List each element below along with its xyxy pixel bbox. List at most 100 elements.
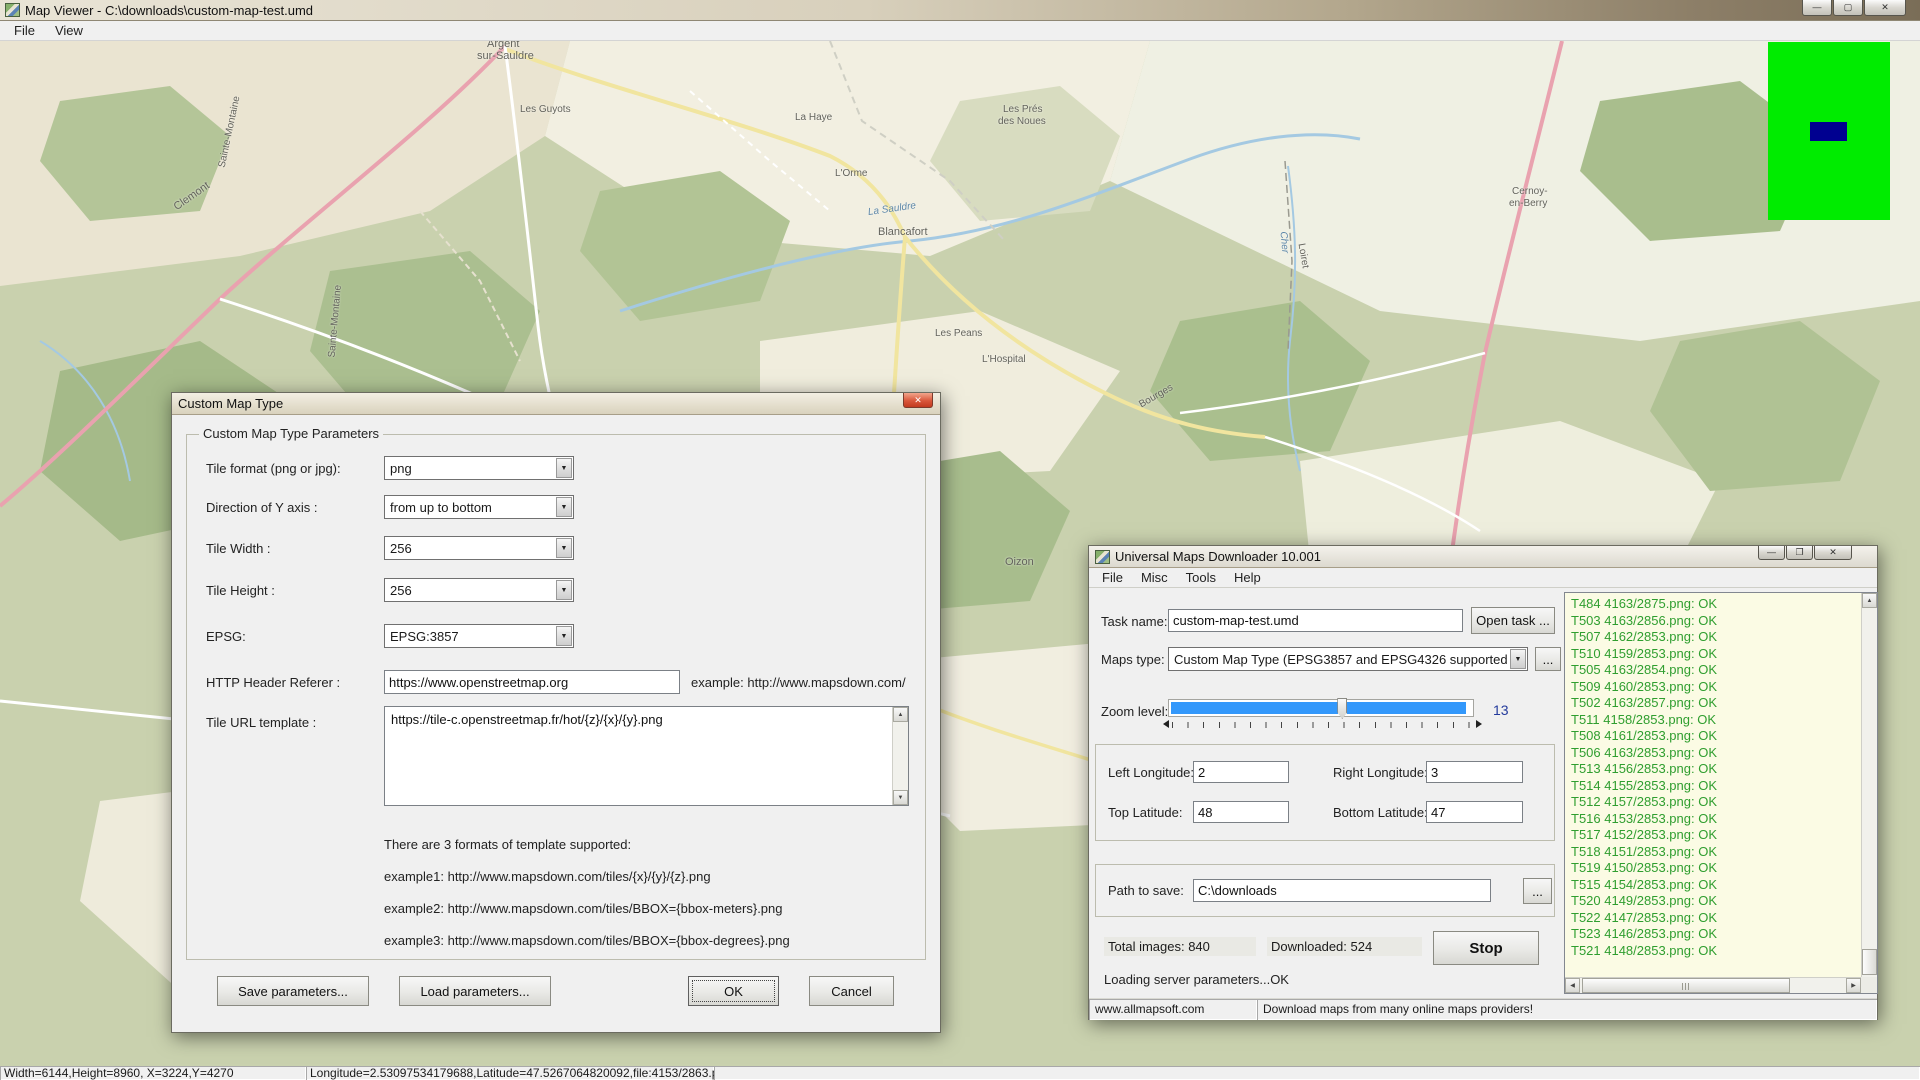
status-coordinates: Longitude=2.53097534179688,Latitude=47.5… xyxy=(306,1066,714,1080)
vertical-scroll-thumb[interactable] xyxy=(1862,949,1877,975)
chevron-down-icon[interactable]: ▼ xyxy=(556,626,572,646)
close-button[interactable]: ✕ xyxy=(1864,0,1906,16)
cancel-button[interactable]: Cancel xyxy=(809,976,894,1006)
bounds-groupbox: Left Longitude: Right Longitude: Top Lat… xyxy=(1095,744,1555,841)
log-entry[interactable]: T506 4163/2853.png: OK xyxy=(1571,745,1860,762)
chevron-down-icon[interactable]: ▼ xyxy=(556,580,572,600)
parameters-group-title: Custom Map Type Parameters xyxy=(199,426,383,441)
referer-label: HTTP Header Referer : xyxy=(206,675,340,690)
umd-window-title: Universal Maps Downloader 10.001 xyxy=(1115,549,1321,564)
stop-button[interactable]: Stop xyxy=(1433,931,1539,965)
log-entry[interactable]: T484 4163/2875.png: OK xyxy=(1571,596,1860,613)
log-entry[interactable]: T514 4155/2853.png: OK xyxy=(1571,778,1860,795)
y-axis-direction-label: Direction of Y axis : xyxy=(206,500,318,515)
textarea-scrollbar[interactable]: ▲ ▼ xyxy=(892,707,908,805)
scroll-down-icon[interactable]: ▼ xyxy=(893,790,908,805)
menu-item-misc[interactable]: Misc xyxy=(1133,569,1176,586)
log-entry[interactable]: T511 4158/2853.png: OK xyxy=(1571,712,1860,729)
save-parameters-button[interactable]: Save parameters... xyxy=(217,976,369,1006)
restore-button[interactable]: ❐ xyxy=(1786,546,1813,560)
downloaded-region-indicator xyxy=(1810,122,1847,141)
log-entry[interactable]: T517 4152/2853.png: OK xyxy=(1571,827,1860,844)
template-formats-heading: There are 3 formats of template supporte… xyxy=(384,837,631,852)
dialog-close-button[interactable]: ✕ xyxy=(903,393,933,408)
scroll-up-icon[interactable]: ▲ xyxy=(1862,593,1877,608)
open-task-button[interactable]: Open task ... xyxy=(1471,607,1555,634)
minimize-button[interactable]: — xyxy=(1802,0,1832,16)
log-entry[interactable]: T502 4163/2857.png: OK xyxy=(1571,695,1860,712)
chevron-down-icon[interactable]: ▼ xyxy=(556,458,572,478)
main-menubar: FileView xyxy=(0,21,1920,41)
maps-type-select[interactable]: Custom Map Type (EPSG3857 and EPSG4326 s… xyxy=(1168,647,1528,671)
template-example-2: example2: http://www.mapsdown.com/tiles/… xyxy=(384,901,783,916)
zoom-slider[interactable] xyxy=(1168,699,1474,717)
download-log-list[interactable]: T484 4163/2875.png: OKT503 4163/2856.png… xyxy=(1564,592,1878,994)
right-longitude-input[interactable] xyxy=(1426,761,1523,783)
log-entry[interactable]: T516 4153/2853.png: OK xyxy=(1571,811,1860,828)
zoom-slider-thumb[interactable] xyxy=(1337,698,1347,719)
referer-input[interactable] xyxy=(384,670,680,694)
bottom-latitude-input[interactable] xyxy=(1426,801,1523,823)
epsg-label: EPSG: xyxy=(206,629,246,644)
tile-width-select[interactable]: 256 ▼ xyxy=(384,536,574,560)
menu-item-file[interactable]: File xyxy=(1094,569,1131,586)
log-entry[interactable]: T523 4146/2853.png: OK xyxy=(1571,926,1860,943)
left-longitude-input[interactable] xyxy=(1193,761,1289,783)
menu-item-tools[interactable]: Tools xyxy=(1178,569,1224,586)
dialog-titlebar[interactable]: Custom Map Type xyxy=(172,393,940,415)
log-entry[interactable]: T520 4149/2853.png: OK xyxy=(1571,893,1860,910)
log-horizontal-scrollbar[interactable]: ◀ ▶ xyxy=(1565,977,1861,993)
log-entry[interactable]: T515 4154/2853.png: OK xyxy=(1571,877,1860,894)
tile-height-select[interactable]: 256 ▼ xyxy=(384,578,574,602)
log-entry[interactable]: T521 4148/2853.png: OK xyxy=(1571,943,1860,960)
log-entry[interactable]: T519 4150/2853.png: OK xyxy=(1571,860,1860,877)
log-entry[interactable]: T522 4147/2853.png: OK xyxy=(1571,910,1860,927)
menu-item-view[interactable]: View xyxy=(47,22,91,39)
close-button[interactable]: ✕ xyxy=(1814,546,1852,560)
referer-example-text: example: http://www.mapsdown.com/ xyxy=(691,675,906,690)
zoom-slider-fill-right xyxy=(1347,702,1466,714)
task-name-input[interactable] xyxy=(1168,609,1463,632)
log-entry[interactable]: T513 4156/2853.png: OK xyxy=(1571,761,1860,778)
minimize-button[interactable]: — xyxy=(1758,546,1785,560)
umd-menubar: FileMiscToolsHelp xyxy=(1089,568,1877,588)
log-entry[interactable]: T510 4159/2853.png: OK xyxy=(1571,646,1860,663)
ok-button[interactable]: OK xyxy=(688,976,779,1006)
log-entry[interactable]: T503 4163/2856.png: OK xyxy=(1571,613,1860,630)
tile-format-select[interactable]: png ▼ xyxy=(384,456,574,480)
log-entry[interactable]: T507 4162/2853.png: OK xyxy=(1571,629,1860,646)
maximize-button[interactable]: ▢ xyxy=(1833,0,1863,16)
menu-item-file[interactable]: File xyxy=(6,22,43,39)
template-example-1: example1: http://www.mapsdown.com/tiles/… xyxy=(384,869,711,884)
scroll-left-icon[interactable]: ◀ xyxy=(1565,978,1580,993)
slider-right-arrow-icon xyxy=(1476,720,1482,728)
y-axis-direction-select[interactable]: from up to bottom ▼ xyxy=(384,495,574,519)
path-to-save-input[interactable] xyxy=(1193,879,1491,902)
log-entry[interactable]: T509 4160/2853.png: OK xyxy=(1571,679,1860,696)
chevron-down-icon[interactable]: ▼ xyxy=(1510,649,1526,669)
main-statusbar: Width=6144,Height=8960, X=3224,Y=4270 Lo… xyxy=(0,1066,1920,1080)
path-groupbox: Path to save: ... xyxy=(1095,864,1555,917)
maps-type-more-button[interactable]: ... xyxy=(1535,647,1561,671)
load-parameters-button[interactable]: Load parameters... xyxy=(399,976,551,1006)
top-latitude-input[interactable] xyxy=(1193,801,1289,823)
horizontal-scroll-thumb[interactable] xyxy=(1582,978,1790,993)
scroll-up-icon[interactable]: ▲ xyxy=(893,707,908,722)
scroll-right-icon[interactable]: ▶ xyxy=(1846,978,1861,993)
log-entry[interactable]: T518 4151/2853.png: OK xyxy=(1571,844,1860,861)
zoom-slider-ticks xyxy=(1172,722,1470,728)
chevron-down-icon[interactable]: ▼ xyxy=(556,497,572,517)
main-window-title: Map Viewer - C:\downloads\custom-map-tes… xyxy=(25,3,313,18)
main-titlebar[interactable]: Map Viewer - C:\downloads\custom-map-tes… xyxy=(0,0,1920,21)
log-entry[interactable]: T512 4157/2853.png: OK xyxy=(1571,794,1860,811)
dialog-title: Custom Map Type xyxy=(178,396,283,411)
log-entry[interactable]: T505 4163/2854.png: OK xyxy=(1571,662,1860,679)
log-vertical-scrollbar[interactable]: ▲ xyxy=(1861,593,1877,977)
tile-url-template-textarea[interactable]: https://tile-c.openstreetmap.fr/hot/{z}/… xyxy=(384,706,909,806)
top-latitude-label: Top Latitude: xyxy=(1108,805,1182,820)
epsg-select[interactable]: EPSG:3857 ▼ xyxy=(384,624,574,648)
menu-item-help[interactable]: Help xyxy=(1226,569,1269,586)
log-entry[interactable]: T508 4161/2853.png: OK xyxy=(1571,728,1860,745)
chevron-down-icon[interactable]: ▼ xyxy=(556,538,572,558)
browse-path-button[interactable]: ... xyxy=(1523,878,1552,904)
